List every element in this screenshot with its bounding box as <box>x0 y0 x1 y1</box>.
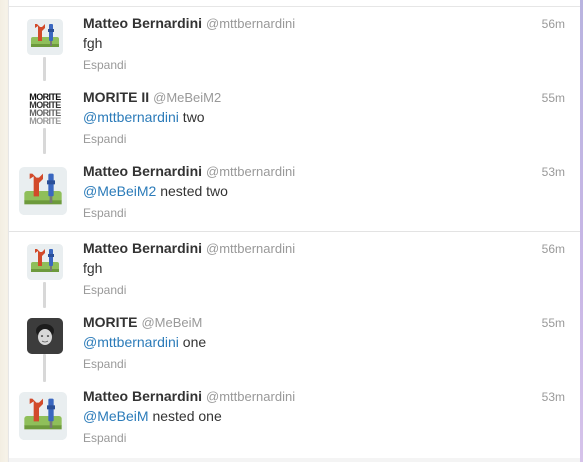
conversation[interactable]: Matteo Bernardini @mttbernardini 56m fgh … <box>9 232 580 459</box>
mention-link[interactable]: @mttbernardini <box>83 109 179 125</box>
expand-link[interactable]: Espandi <box>83 357 126 371</box>
tweet-body: two <box>178 109 205 125</box>
author-name[interactable]: Matteo Bernardini @mttbernardini <box>83 388 295 404</box>
display-name[interactable]: Matteo Bernardini <box>83 163 202 179</box>
portrait-photo[interactable] <box>27 318 63 354</box>
tools-icon[interactable] <box>19 392 67 440</box>
screen-name[interactable]: @mttbernardini <box>206 241 295 256</box>
expand-link[interactable]: Espandi <box>83 283 126 297</box>
tweet-text: @MeBeiM nested one <box>83 408 222 424</box>
tweet-text: @MeBeiM2 nested two <box>83 183 228 199</box>
expand-link[interactable]: Espandi <box>83 431 126 445</box>
tweet[interactable]: Matteo Bernardini @mttbernardini 53m @MeB… <box>9 380 580 452</box>
author-name[interactable]: MORITE @MeBeiM <box>83 314 202 330</box>
screen-name[interactable]: @MeBeiM <box>141 315 202 330</box>
screen-name[interactable]: @MeBeiM2 <box>153 90 221 105</box>
expand-link[interactable]: Espandi <box>83 132 126 146</box>
morite-text-logo[interactable]: MORITE MORITE MORITE MORITE <box>27 91 63 127</box>
timestamp[interactable]: 55m <box>542 316 565 330</box>
display-name[interactable]: Matteo Bernardini <box>83 15 202 31</box>
tweet-stream: Matteo Bernardini @mttbernardini 56m fgh … <box>8 0 580 462</box>
tweet[interactable]: Matteo Bernardini @mttbernardini 56m fgh … <box>9 7 580 79</box>
screen-name[interactable]: @mttbernardini <box>206 389 295 404</box>
tweet-body: fgh <box>83 35 103 51</box>
tweet-text: fgh <box>83 260 102 276</box>
mention-link[interactable]: @mttbernardini <box>83 334 179 350</box>
mention-link[interactable]: @MeBeiM2 <box>83 183 156 199</box>
display-name[interactable]: Matteo Bernardini <box>83 388 202 404</box>
author-name[interactable]: MORITE II @MeBeiM2 <box>83 89 221 105</box>
tweet-body: one <box>178 334 207 350</box>
timestamp[interactable]: 56m <box>542 242 565 256</box>
timestamp[interactable]: 53m <box>542 390 565 404</box>
tweet[interactable]: MORITE MORITE MORITE MORITE MORITE II @Me… <box>9 81 580 153</box>
expand-link[interactable]: Espandi <box>83 58 126 72</box>
tweet-body: nested one <box>148 408 222 424</box>
author-name[interactable]: Matteo Bernardini @mttbernardini <box>83 163 295 179</box>
tools-icon[interactable] <box>27 19 63 55</box>
conversation[interactable]: Matteo Bernardini @mttbernardini 56m fgh … <box>9 7 580 232</box>
tweet[interactable]: Matteo Bernardini @mttbernardini 53m @MeB… <box>9 155 580 227</box>
expand-link[interactable]: Espandi <box>83 206 126 220</box>
display-name[interactable]: Matteo Bernardini <box>83 240 202 256</box>
timestamp[interactable]: 55m <box>542 91 565 105</box>
author-name[interactable]: Matteo Bernardini @mttbernardini <box>83 15 295 31</box>
tweet-body: fgh <box>83 260 103 276</box>
display-name[interactable]: MORITE <box>83 314 137 330</box>
mention-link[interactable]: @MeBeiM <box>83 408 149 424</box>
tools-icon[interactable] <box>19 167 67 215</box>
logo-line: MORITE <box>29 116 61 126</box>
timestamp[interactable]: 53m <box>542 165 565 179</box>
tweet[interactable]: Matteo Bernardini @mttbernardini 56m fgh … <box>9 232 580 304</box>
stream-footer <box>9 458 580 462</box>
tweet-text: @mttbernardini two <box>83 109 205 125</box>
screen-name[interactable]: @mttbernardini <box>206 16 295 31</box>
tweet-text: fgh <box>83 35 102 51</box>
tools-icon[interactable] <box>27 244 63 280</box>
screen-name[interactable]: @mttbernardini <box>206 164 295 179</box>
tweet-text: @mttbernardini one <box>83 334 206 350</box>
tweet[interactable]: MORITE @MeBeiM 55m @mttbernardini one Esp… <box>9 306 580 378</box>
author-name[interactable]: Matteo Bernardini @mttbernardini <box>83 240 295 256</box>
timestamp[interactable]: 56m <box>542 17 565 31</box>
tweet-body: nested two <box>156 183 228 199</box>
display-name[interactable]: MORITE II <box>83 89 149 105</box>
